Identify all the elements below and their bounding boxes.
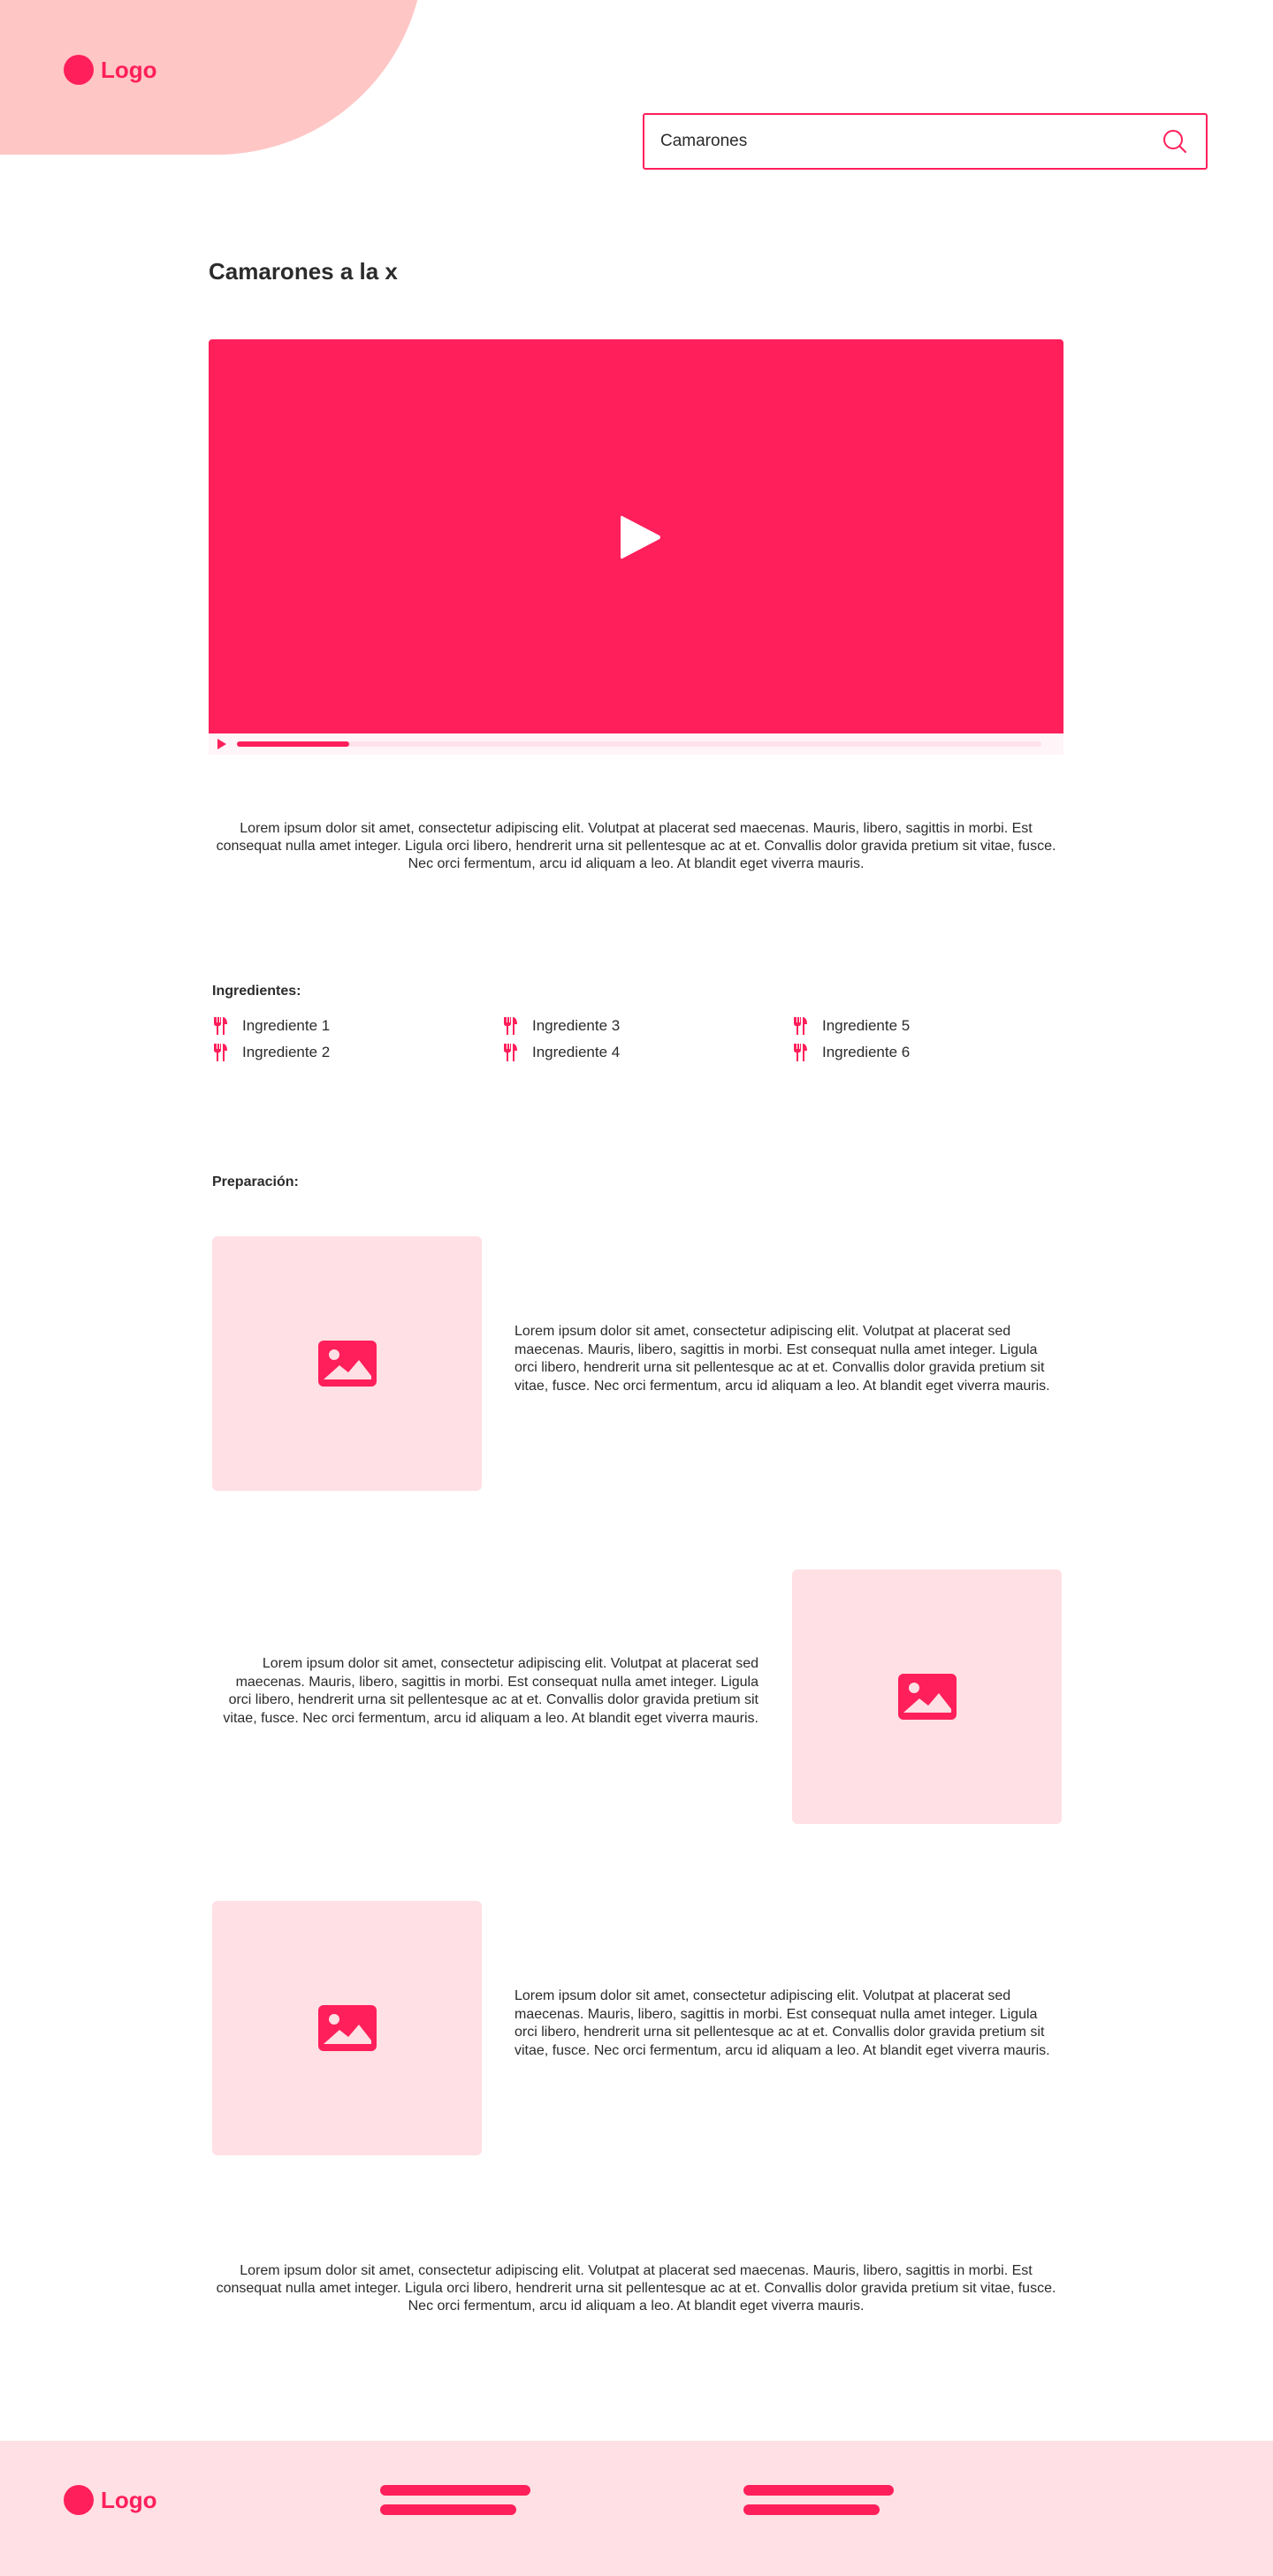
- footer-link-placeholder[interactable]: [743, 2485, 894, 2496]
- logo-text: Logo: [101, 2486, 157, 2513]
- utensils-icon: [794, 1017, 807, 1035]
- step-image: [792, 1569, 1062, 1824]
- recipe-outro: Lorem ipsum dolor sit amet, consectetur …: [216, 2263, 1056, 2314]
- ingredient-label: Ingrediente 3: [532, 1017, 621, 1034]
- ingredient-label: Ingrediente 1: [242, 1017, 331, 1034]
- progress-fill: [237, 741, 350, 747]
- ingredient-label: Ingrediente 2: [242, 1044, 331, 1060]
- image-placeholder-icon: [318, 1341, 377, 1387]
- utensils-icon: [504, 1017, 517, 1035]
- search-icon[interactable]: [1160, 126, 1190, 156]
- video-controls: [209, 733, 1063, 755]
- ingredient-item: Ingrediente 1: [212, 1016, 330, 1036]
- search-bar[interactable]: Camarones: [643, 113, 1208, 170]
- ingredient-label: Ingrediente 4: [532, 1044, 621, 1060]
- mini-play-icon[interactable]: [216, 738, 228, 750]
- ingredient-item: Ingrediente 5: [792, 1016, 910, 1036]
- logo-text: Logo: [101, 56, 157, 83]
- ingredient-label: Ingrediente 6: [822, 1044, 911, 1060]
- step-description: Lorem ipsum dolor sit amet, consectetur …: [515, 1324, 1050, 1394]
- footer-link-placeholder[interactable]: [743, 2504, 880, 2515]
- ingredients-heading: Ingredientes:: [212, 984, 301, 999]
- utensils-icon: [214, 1044, 227, 1061]
- ingredients-list: Ingrediente 1 Ingrediente 2 Ingrediente …: [212, 1016, 1061, 1073]
- progress-track[interactable]: [237, 741, 1041, 747]
- utensils-icon: [214, 1017, 227, 1035]
- logo-mark: [64, 55, 94, 85]
- search-input[interactable]: Camarones: [660, 132, 1160, 151]
- ingredient-item: Ingrediente 3: [502, 1016, 620, 1036]
- ingredient-item: Ingrediente 6: [792, 1043, 910, 1062]
- image-placeholder-icon: [318, 2005, 377, 2051]
- footer-link-placeholder[interactable]: [380, 2485, 530, 2496]
- footer-link-placeholder[interactable]: [380, 2504, 516, 2515]
- play-icon[interactable]: [617, 513, 663, 562]
- step-image: [212, 1901, 482, 2155]
- footer: Logo: [0, 2441, 1273, 2576]
- step-image: [212, 1236, 482, 1491]
- image-placeholder-icon: [898, 1674, 957, 1720]
- step-description: Lorem ipsum dolor sit amet, consectetur …: [223, 1656, 758, 1726]
- utensils-icon: [504, 1044, 517, 1061]
- preparation-heading: Preparación:: [212, 1174, 299, 1189]
- ingredient-item: Ingrediente 4: [502, 1043, 620, 1062]
- header-logo[interactable]: Logo: [64, 55, 157, 85]
- page-title: Camarones a la x: [209, 258, 398, 285]
- video-player[interactable]: [209, 339, 1063, 755]
- ingredient-item: Ingrediente 2: [212, 1043, 330, 1062]
- logo-mark: [64, 2485, 94, 2515]
- utensils-icon: [794, 1044, 807, 1061]
- step-description: Lorem ipsum dolor sit amet, consectetur …: [515, 1988, 1050, 2058]
- ingredient-label: Ingrediente 5: [822, 1017, 911, 1034]
- recipe-intro: Lorem ipsum dolor sit amet, consectetur …: [216, 821, 1056, 871]
- footer-logo[interactable]: Logo: [64, 2485, 157, 2515]
